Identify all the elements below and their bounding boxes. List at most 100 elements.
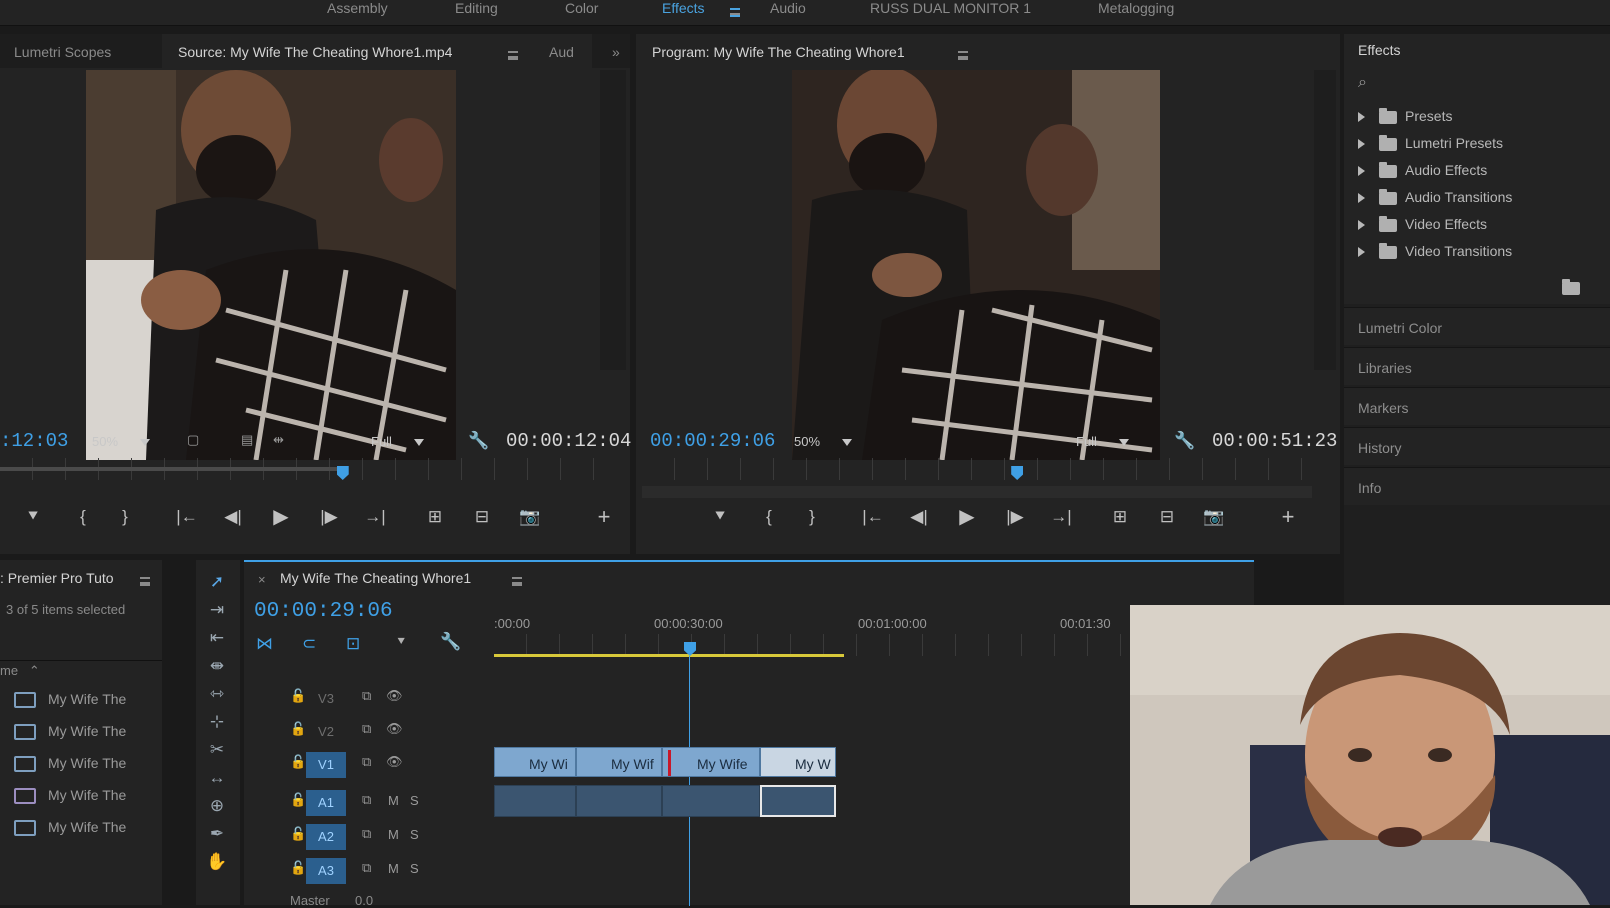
overwrite-button[interactable]: ⊟: [471, 506, 493, 528]
workspace-tab-metalogging[interactable]: Metalogging: [1098, 0, 1174, 18]
search-icon[interactable]: ⌕: [1358, 74, 1367, 92]
workspace-tab-audio[interactable]: Audio: [770, 0, 806, 18]
work-area-bar[interactable]: [494, 654, 844, 657]
razor-tool-icon[interactable]: ✂: [204, 740, 230, 762]
ripple-edit-tool-icon[interactable]: ⇤: [204, 628, 230, 650]
panel-history[interactable]: History: [1344, 427, 1610, 465]
lock-icon[interactable]: 🔓: [290, 860, 306, 876]
track-target-v2[interactable]: V2: [306, 719, 346, 745]
track-target-v1[interactable]: V1: [306, 752, 346, 778]
project-item[interactable]: My Wife The: [14, 691, 126, 715]
effects-panel-title[interactable]: Effects: [1358, 42, 1401, 58]
hand-tool-icon[interactable]: ✋: [204, 852, 230, 874]
video-clip[interactable]: My Wi: [494, 747, 576, 777]
mark-out-button[interactable]: }: [801, 506, 823, 528]
go-to-out-button[interactable]: →|: [364, 506, 386, 528]
track-target-a1[interactable]: A1: [306, 790, 346, 816]
export-frame-button[interactable]: 📷: [519, 506, 541, 528]
lock-icon[interactable]: 🔓: [290, 721, 306, 737]
timeline-settings-wrench-icon[interactable]: 🔧: [440, 632, 461, 652]
step-back-button[interactable]: ◀|: [222, 506, 244, 528]
project-item[interactable]: My Wife The: [14, 819, 126, 843]
audio-clip[interactable]: [494, 785, 576, 817]
sync-lock-icon[interactable]: ⧉: [362, 721, 371, 737]
video-clip[interactable]: My Wif: [576, 747, 662, 777]
new-bin-icon[interactable]: [1562, 279, 1580, 296]
project-menu-icon[interactable]: [140, 573, 150, 589]
track-target-v3[interactable]: V3: [306, 686, 346, 712]
effects-item-presets[interactable]: Presets: [1358, 107, 1452, 132]
sort-name-column[interactable]: me ⌃: [0, 663, 40, 679]
lock-icon[interactable]: 🔓: [290, 792, 306, 808]
go-to-in-button[interactable]: |←: [176, 506, 198, 528]
mark-in-button[interactable]: {: [758, 506, 780, 528]
mute-button[interactable]: M: [388, 827, 399, 842]
linked-selection-icon[interactable]: ⊂: [302, 634, 316, 654]
zoom-tool-icon[interactable]: ⊕: [204, 796, 230, 818]
rolling-edit-tool-icon[interactable]: ⇼: [204, 656, 230, 678]
program-resolution-select[interactable]: Full: [1076, 434, 1129, 449]
go-to-in-button[interactable]: |←: [862, 506, 884, 528]
workspace-menu-icon[interactable]: [730, 4, 740, 22]
eye-icon[interactable]: 👁: [386, 754, 403, 770]
effects-item-video-transitions[interactable]: Video Transitions: [1358, 242, 1512, 267]
video-clip[interactable]: My Wife: [662, 747, 760, 777]
sync-lock-icon[interactable]: ⧉: [362, 826, 371, 842]
project-item[interactable]: My Wife The: [14, 723, 126, 747]
panel-lumetri-color[interactable]: Lumetri Color: [1344, 307, 1610, 345]
workspace-tab-assembly[interactable]: Assembly: [327, 0, 388, 18]
snap-icon[interactable]: ⋈: [256, 634, 273, 654]
tab-audio-clip-mixer[interactable]: Aud: [549, 44, 574, 60]
panel-libraries[interactable]: Libraries: [1344, 347, 1610, 385]
solo-button[interactable]: S: [410, 793, 419, 808]
sync-lock-icon[interactable]: ⧉: [362, 860, 371, 876]
mark-in-button[interactable]: {: [72, 506, 94, 528]
add-marker-button[interactable]: ⯆: [709, 506, 731, 528]
settings-wrench-icon[interactable]: 🔧: [1174, 431, 1195, 451]
go-to-out-button[interactable]: →|: [1050, 506, 1072, 528]
effects-item-audio-effects[interactable]: Audio Effects: [1358, 161, 1487, 186]
eye-icon[interactable]: 👁: [386, 721, 403, 737]
extract-button[interactable]: ⊟: [1156, 506, 1178, 528]
rate-stretch-tool-icon[interactable]: ⇿: [204, 684, 230, 706]
step-forward-button[interactable]: |▶: [1004, 506, 1026, 528]
program-zoom-select[interactable]: 50%: [794, 434, 852, 449]
drag-audio-icon[interactable]: ⇹: [273, 432, 284, 448]
sync-lock-icon[interactable]: ⧉: [362, 792, 371, 808]
add-marker-icon[interactable]: ⯆: [396, 634, 406, 650]
lock-icon[interactable]: 🔓: [290, 688, 306, 704]
pen-tool-icon[interactable]: ✒: [204, 824, 230, 846]
mark-out-button[interactable]: }: [114, 506, 136, 528]
source-timecode-current[interactable]: :12:03: [0, 430, 68, 452]
eye-icon[interactable]: 👁: [386, 688, 403, 704]
solo-button[interactable]: S: [410, 861, 419, 876]
step-forward-button[interactable]: |▶: [318, 506, 340, 528]
export-frame-button[interactable]: 📷: [1203, 506, 1225, 528]
settings-wrench-icon[interactable]: 🔧: [468, 431, 489, 451]
workspace-tab-dual-monitor[interactable]: RUSS DUAL MONITOR 1: [870, 0, 1031, 18]
timeline-timecode[interactable]: 00:00:29:06: [254, 600, 393, 623]
effects-item-video-effects[interactable]: Video Effects: [1358, 215, 1487, 240]
sync-lock-icon[interactable]: ⧉: [362, 688, 371, 704]
audio-clip[interactable]: [662, 785, 760, 817]
panel-markers[interactable]: Markers: [1344, 387, 1610, 425]
play-button[interactable]: ▶: [270, 506, 292, 528]
source-zoom-select[interactable]: 50%: [92, 434, 150, 449]
workspace-tab-color[interactable]: Color: [565, 0, 598, 18]
slide-tool-icon[interactable]: ↔: [204, 768, 230, 790]
track-select-tool-icon[interactable]: ⇥: [204, 600, 230, 622]
nest-icon[interactable]: ⊡: [346, 634, 360, 654]
sequence-tab[interactable]: My Wife The Cheating Whore1: [280, 570, 471, 586]
tab-program[interactable]: Program: My Wife The Cheating Whore1: [652, 44, 905, 60]
close-icon[interactable]: ×: [258, 572, 266, 587]
track-target-a3[interactable]: A3: [306, 858, 346, 884]
track-target-a2[interactable]: A2: [306, 824, 346, 850]
timeline-menu-icon[interactable]: [512, 573, 522, 589]
drag-video-icon[interactable]: ▤: [241, 432, 253, 448]
selection-tool-icon[interactable]: ➚: [204, 572, 230, 594]
project-item[interactable]: My Wife The: [14, 755, 126, 779]
audio-clip[interactable]: [576, 785, 662, 817]
tab-source[interactable]: Source: My Wife The Cheating Whore1.mp4: [178, 44, 452, 60]
project-item[interactable]: My Wife The: [14, 787, 126, 811]
program-timecode-current[interactable]: 00:00:29:06: [650, 430, 775, 452]
